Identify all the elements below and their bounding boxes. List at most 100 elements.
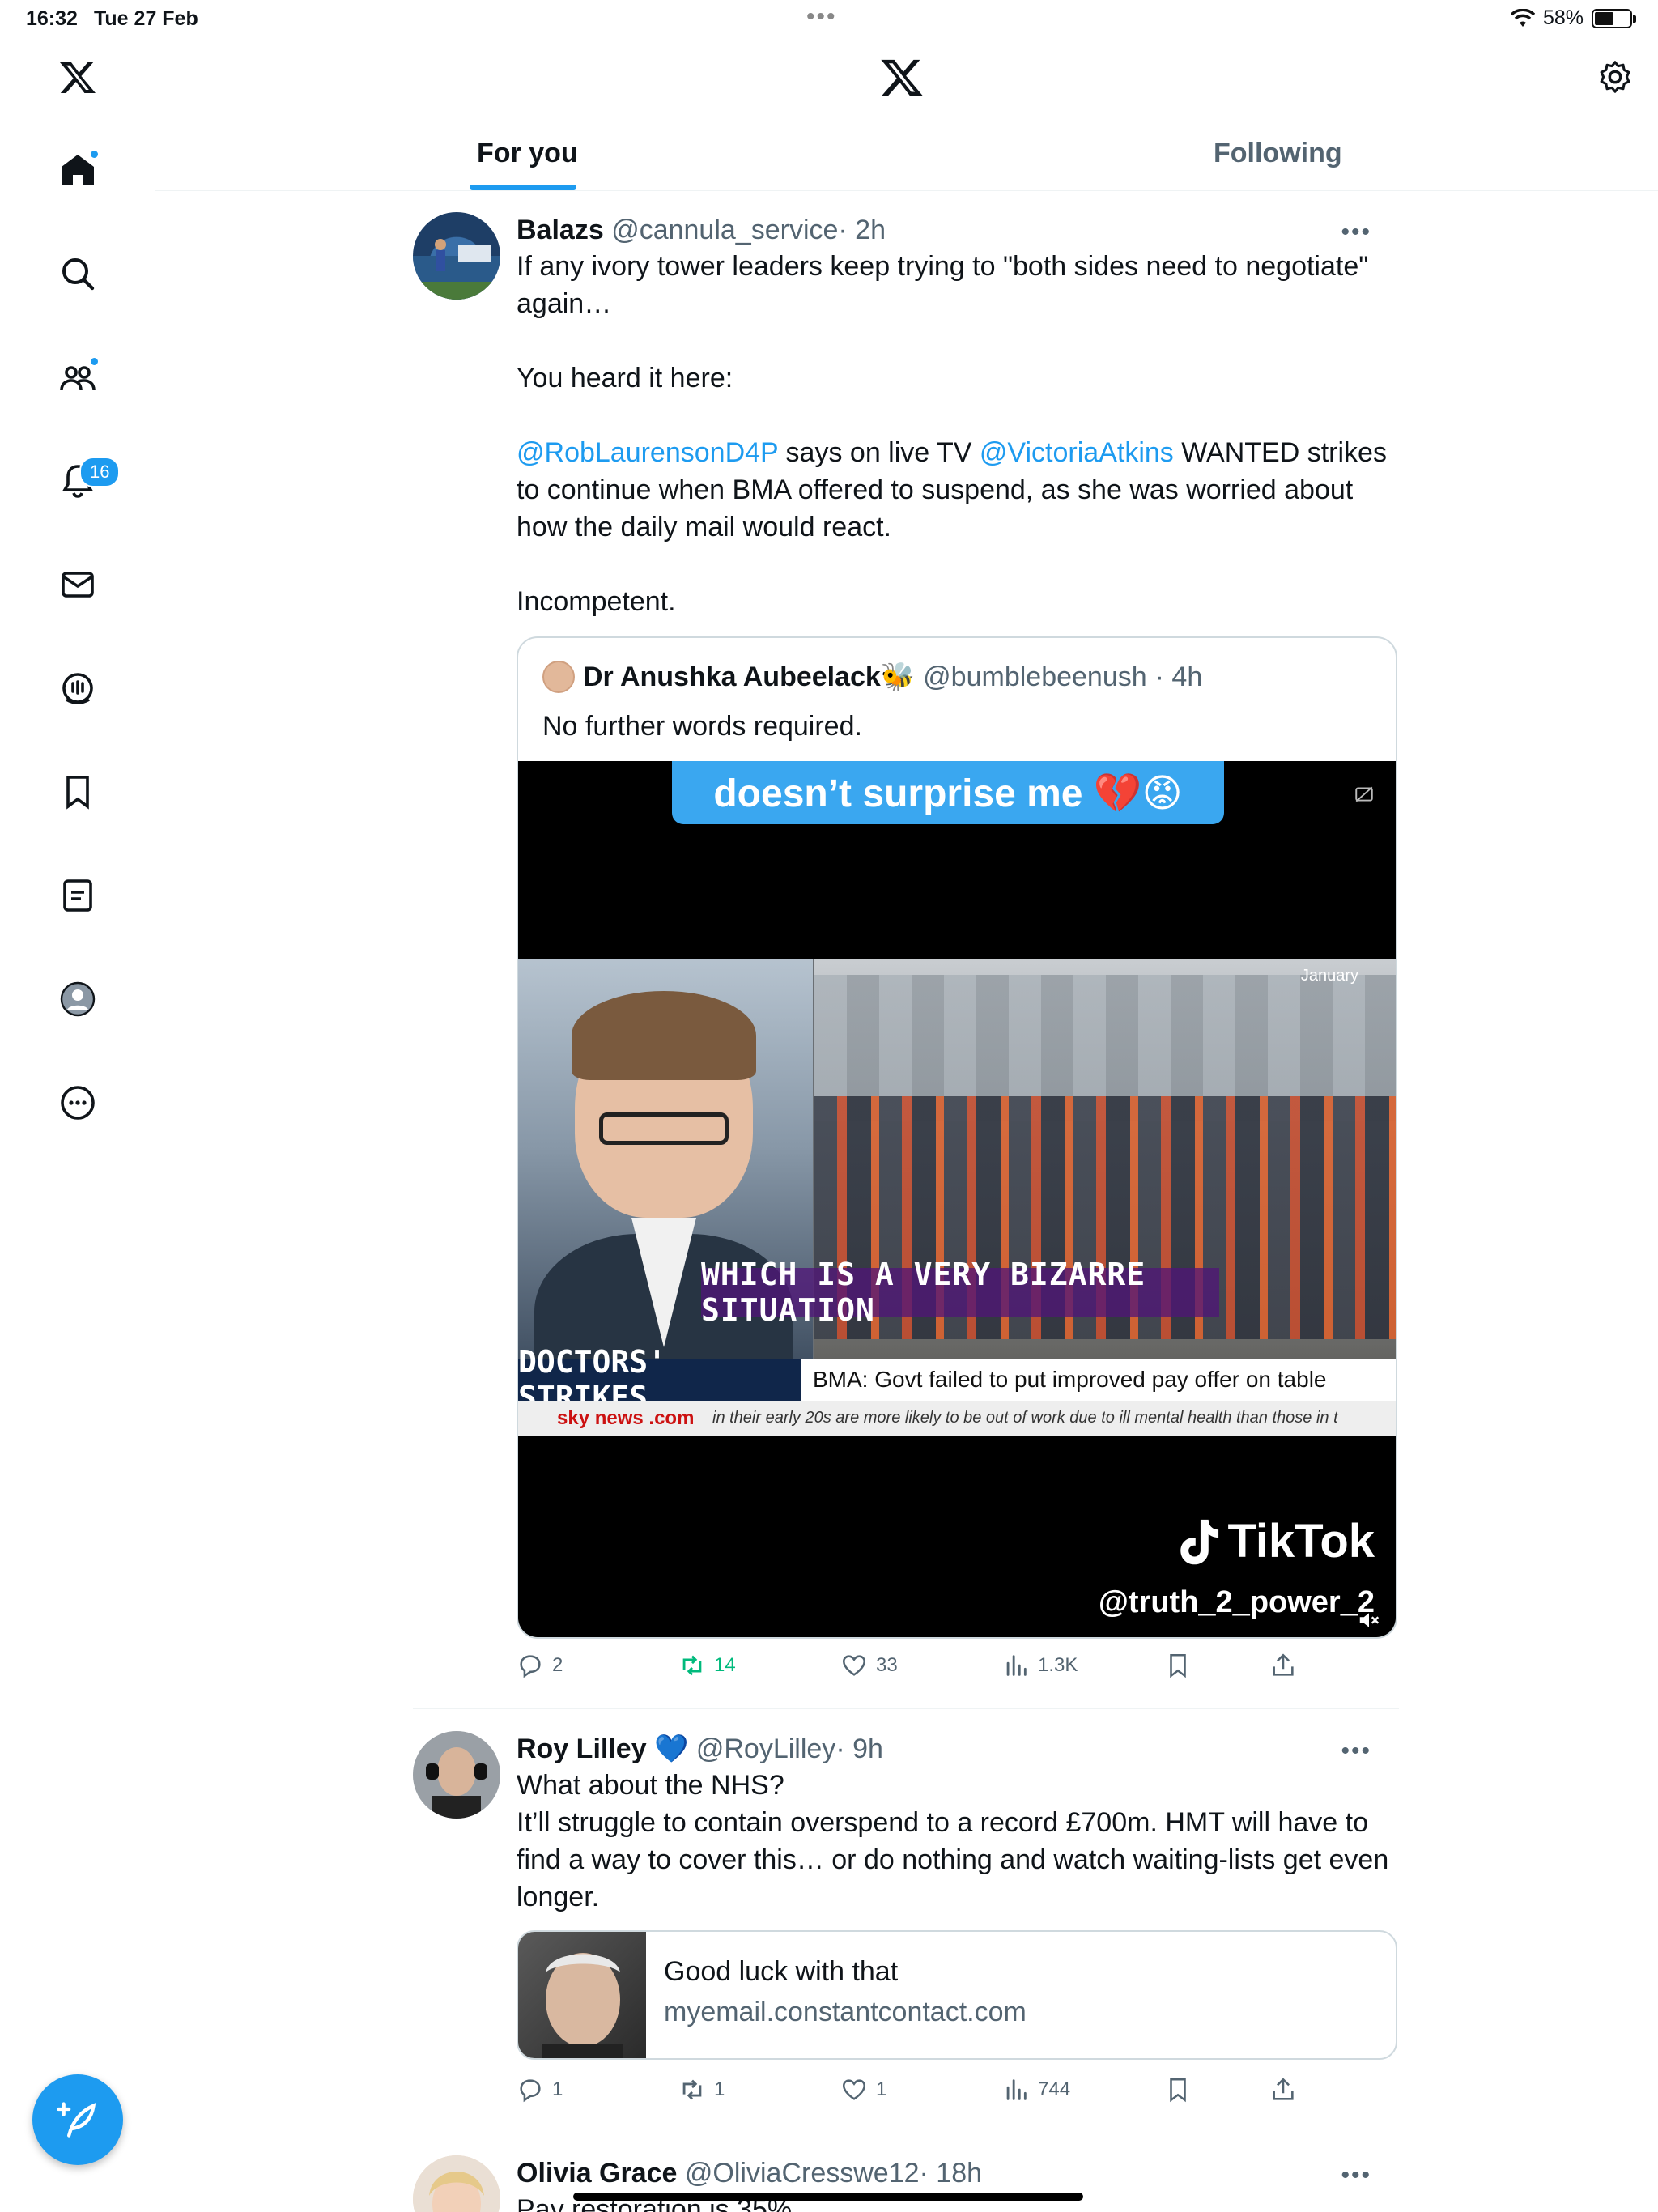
tweet-text-line: to continue when BMA offered to suspend,… (517, 474, 1354, 505)
tweet-body: Balazs @cannula_service· 2h ••• If any i… (517, 212, 1399, 620)
communities-unread-dot (89, 356, 100, 367)
tweet-time[interactable]: · 18h (920, 2158, 983, 2189)
tweet-text-line: find a way to cover this… or do nothing … (517, 1844, 1389, 1875)
tweet-text-fragment: says on live TV (778, 437, 980, 468)
mute-icon[interactable] (1357, 1608, 1381, 1632)
retweet-count: 14 (714, 1654, 736, 1676)
tweet-header: Olivia Grace @OliviaCresswe12· 18h (517, 2155, 1399, 2191)
communities-icon[interactable] (53, 353, 102, 402)
home-unread-dot (89, 149, 100, 160)
avatar-icon[interactable] (53, 975, 102, 1023)
home-indicator[interactable] (573, 2193, 1083, 2201)
avatar[interactable] (413, 1731, 500, 1819)
heart-icon (842, 2079, 866, 2100)
tweet[interactable]: Balazs @cannula_service· 2h ••• If any i… (413, 212, 1399, 1678)
ticker-text: in their early 20s are more likely to be… (712, 1409, 1338, 1427)
views-count: 744 (1038, 2078, 1071, 2100)
author-handle[interactable]: @cannula_service (611, 215, 838, 245)
tweet-text-line: You heard it here: (517, 363, 733, 393)
share-icon (1273, 1653, 1294, 1676)
tweet-time[interactable]: · 9h (835, 1733, 883, 1764)
compose-post-button[interactable] (32, 2074, 123, 2165)
reply-button[interactable]: 1 (517, 2076, 563, 2104)
tweet[interactable]: Roy Lilley 💙 @RoyLilley· 9h ••• What abo… (413, 1731, 1399, 2120)
reply-count: 1 (552, 2078, 563, 2100)
views-button[interactable]: 744 (1002, 2076, 1070, 2104)
tweet-separator (413, 1708, 1399, 1709)
retweet-icon (682, 2079, 702, 2100)
bookmark-icon[interactable] (53, 768, 102, 816)
quoted-tweet[interactable]: Dr Anushka Aubeelack🐝 @bumblebeenush · 4h… (517, 636, 1397, 1639)
like-button[interactable]: 1 (840, 2076, 886, 2104)
video-subtitle: WHICH IS A VERY BIZARRE SITUATION (701, 1257, 1219, 1328)
author-name[interactable]: Roy Lilley 💙 (517, 1733, 688, 1764)
avatar-image (413, 2155, 500, 2212)
tweet-text-line: Incompetent. (517, 586, 676, 617)
news-ticker: sky news .com in their early 20s are mor… (518, 1401, 1396, 1436)
tweet-text-line-mentions: @RobLaurensonD4P says on live TV @Victor… (517, 434, 1399, 471)
x-logo-icon[interactable] (53, 53, 102, 102)
list-icon[interactable] (53, 871, 102, 920)
tweet-text-line: again… (517, 288, 612, 319)
tweet-text: If any ivory tower leaders keep trying t… (517, 248, 1399, 620)
quote-author-handle[interactable]: @bumblebeenush (923, 661, 1146, 693)
more-options-icon[interactable]: ••• (1341, 2162, 1371, 2189)
home-icon[interactable] (53, 146, 102, 194)
quote-author-name[interactable]: Dr Anushka Aubeelack🐝 (583, 661, 915, 693)
tweet[interactable]: Olivia Grace @OliviaCresswe12· 18h ••• P… (413, 2155, 1399, 2212)
tiktok-brand: TikTok (1227, 1515, 1375, 1568)
retweet-button[interactable]: 14 (678, 1652, 736, 1679)
active-tab-indicator (470, 185, 576, 190)
reply-button[interactable]: 2 (517, 1652, 563, 1679)
tiktok-handle: @truth_2_power_2 (1098, 1585, 1375, 1619)
banner-right: BMA: Govt failed to put improved pay off… (801, 1359, 1396, 1401)
bookmark-button[interactable] (1164, 1652, 1192, 1679)
views-icon (1006, 1655, 1027, 1676)
mention-link[interactable]: @VictoriaAtkins (980, 437, 1174, 468)
video-player[interactable]: doesn’t surprise me 💔😡 January WHICH IS … (518, 761, 1396, 1637)
heart-icon (842, 1655, 866, 1676)
tiktok-watermark: TikTok (1172, 1514, 1375, 1568)
like-button[interactable]: 33 (840, 1652, 898, 1679)
notifications-badge: 16 (79, 457, 121, 487)
more-options-icon[interactable]: ••• (1341, 219, 1371, 246)
gear-icon[interactable] (1596, 58, 1634, 96)
tweet-body: Olivia Grace @OliviaCresswe12· 18h ••• P… (517, 2155, 1399, 2212)
more-options-icon[interactable]: ••• (1341, 1738, 1371, 1765)
author-name[interactable]: Balazs (517, 215, 604, 245)
ticker-brand: sky news .com (557, 1407, 695, 1429)
avatar[interactable] (413, 2155, 500, 2212)
link-card-image (518, 1932, 646, 2058)
author-handle[interactable]: @OliviaCresswe12 (685, 2158, 920, 2189)
views-button[interactable]: 1.3K (1002, 1652, 1078, 1679)
author-handle[interactable]: @RoyLilley (696, 1733, 835, 1764)
retweet-count: 1 (714, 2078, 725, 2100)
tweet-actions: 1 1 1 744 (517, 2076, 1399, 2112)
sidebar: 16 (0, 0, 155, 2212)
share-button[interactable] (1269, 1652, 1297, 1679)
bookmark-button[interactable] (1164, 2076, 1192, 2104)
avatar[interactable] (413, 212, 500, 300)
spaces-icon[interactable] (53, 664, 102, 713)
share-button[interactable] (1269, 2076, 1297, 2104)
tweet-text: What about the NHS? It’ll struggle to co… (517, 1767, 1399, 1916)
tab-following[interactable]: Following (1214, 138, 1342, 169)
bookmark-icon (1170, 1653, 1186, 1678)
captions-off-icon[interactable] (1354, 784, 1375, 805)
search-icon[interactable] (53, 249, 102, 298)
tab-for-you[interactable]: For you (477, 138, 578, 169)
views-icon (1006, 2079, 1027, 2100)
mail-icon[interactable] (53, 560, 102, 609)
link-card[interactable]: Good luck with that myemail.constantcont… (517, 1930, 1397, 2060)
tweet-header: Balazs @cannula_service· 2h (517, 212, 1399, 248)
mention-link[interactable]: @RobLaurensonD4P (517, 437, 778, 468)
tweet-time[interactable]: · 2h (838, 215, 886, 245)
x-logo-icon[interactable] (879, 55, 925, 100)
retweet-button[interactable]: 1 (678, 2076, 725, 2104)
quote-avatar[interactable] (542, 661, 575, 693)
tweet-text-line: If any ivory tower leaders keep trying t… (517, 251, 1369, 282)
more-icon[interactable] (53, 1078, 102, 1127)
author-name[interactable]: Olivia Grace (517, 2158, 677, 2189)
reply-icon (520, 2079, 541, 2103)
reply-count: 2 (552, 1654, 563, 1676)
